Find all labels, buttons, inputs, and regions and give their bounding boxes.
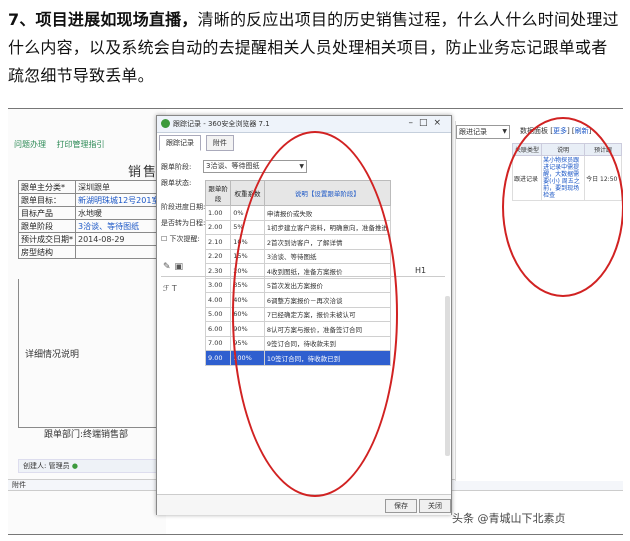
tab-follow-record[interactable]: 跟踪记录 [159,135,201,151]
annotation-circle-stage [232,131,398,497]
stage-cell-stage: 9.00 [204,350,232,366]
stage-cell-stage: 5.00 [204,306,232,322]
detail-label: 详细情况说明 [25,350,80,360]
toolbar-link-print[interactable]: 打印管理指引 [57,140,105,149]
scrollbar[interactable] [445,296,450,456]
user-icon: ● [71,462,78,470]
record-type-value: 跟进记录 [459,128,487,136]
field-stage-label: 跟单阶段: [161,163,192,171]
stage-cell-stage: 1.00 [204,205,232,221]
follow-up-form: 跟单主分类* 深圳跟单 跟单目标： 新湖明珠城12号201室 男 目标产品 水地暖 跟… [18,180,173,259]
chevron-down-icon: ▼ [502,128,507,135]
form-label: 跟单阶段 [18,219,76,233]
stage-cell-stage: 2.00 [204,219,232,235]
stage-cell-stage: 2.10 [204,234,232,250]
dialog-title: 跟踪记录 - 360安全浏览器 7.1 [173,120,270,128]
editor-icons: ✎▣ [163,262,187,272]
record-type-select[interactable]: 跟进记录 ▼ [456,125,510,139]
form-label: 房型结构 [18,245,76,259]
form-label: 跟单主分类* [18,180,76,194]
form-row: 跟单目标： 新湖明珠城12号201室 男 [18,193,173,207]
dialog-tabs: 跟踪记录 附件 [159,135,236,151]
stage-cell-stage: 7.00 [204,335,232,351]
form-label: 预计成交日期* [18,232,76,246]
field-status-label: 跟单状态: [161,179,192,187]
stage-select-value: 3洽谈、等待图纸 [206,162,260,170]
save-button[interactable]: 保存 [385,499,417,513]
font-size-icon[interactable]: T [172,284,177,293]
toolbar-links: 问题办理 打印管理指引 [14,139,113,150]
form-row: 预计成交日期* 2014-08-29 [18,232,173,246]
toolbar-link-problem[interactable]: 问题办理 [14,140,46,149]
font-style-icons: ℱ T [163,284,177,293]
dept-label: 跟单部门:终端销售部 [44,430,129,440]
stage-cell-stage: 3.00 [204,277,232,293]
form-label: 跟单目标： [18,193,76,207]
tab-attachment[interactable]: 附件 [205,135,234,151]
font-family-icon[interactable]: ℱ [163,284,169,293]
field-date-label: 阶段进度日期: [161,203,206,211]
heading-h1-button[interactable]: H1 [415,266,426,275]
creator-bar: 创建人: 管理员 ● [18,459,172,473]
close-icon[interactable]: × [433,118,447,128]
form-row: 跟单主分类* 深圳跟单 [18,180,173,194]
crm-screenshot: 问题办理 打印管理指引 销售 跟单主分类* 深圳跟单 跟单目标： 新湖明珠城12号2… [8,108,623,535]
dialog-footer: 保存 关闭 [157,494,451,515]
form-row: 房型结构 [18,245,173,259]
edit-icon[interactable]: ✎ [163,262,175,272]
creator-label: 创建人: 管理员 [23,462,70,470]
watermark: 头条 @青城山下北素贞 [452,512,566,525]
field-remind-text: 下次提醒: [169,235,200,243]
minimize-icon[interactable]: – [408,118,419,128]
form-row: 跟单阶段 3洽谈、等待图纸 [18,219,173,233]
browser-icon [161,119,170,128]
form-label: 目标产品 [18,206,76,220]
attachment-label: 附件 [12,481,26,489]
dialog-titlebar: 跟踪记录 - 360安全浏览器 7.1 –□× [157,116,451,133]
stage-cell-stage: 6.00 [204,321,232,337]
form-title: 销售 [128,165,159,180]
close-button[interactable]: 关闭 [419,499,451,513]
heading-bold: 7、项目进展如现场直播， [8,10,198,29]
window-controls: –□× [408,118,447,128]
checkbox-icon[interactable]: ☐ [161,235,167,243]
form-row: 目标产品 水地暖 [18,206,173,220]
maximize-icon[interactable]: □ [419,118,434,128]
field-schedule-label: 是否转为日程: [161,219,206,227]
detail-box: 详细情况说明 [18,279,168,428]
stage-cell-stage: 2.20 [204,248,232,264]
stage-cell-stage: 4.00 [204,292,232,308]
col-stage: 跟单阶段 [204,180,232,206]
field-remind-label: ☐ 下次提醒: [161,234,200,244]
annotation-circle-reminder [502,117,623,297]
heading-paragraph: 7、项目进展如现场直播，清晰的反应出项目的历史销售过程，什么人什么时间处理过什么… [8,6,622,90]
image-icon[interactable]: ▣ [175,262,188,272]
